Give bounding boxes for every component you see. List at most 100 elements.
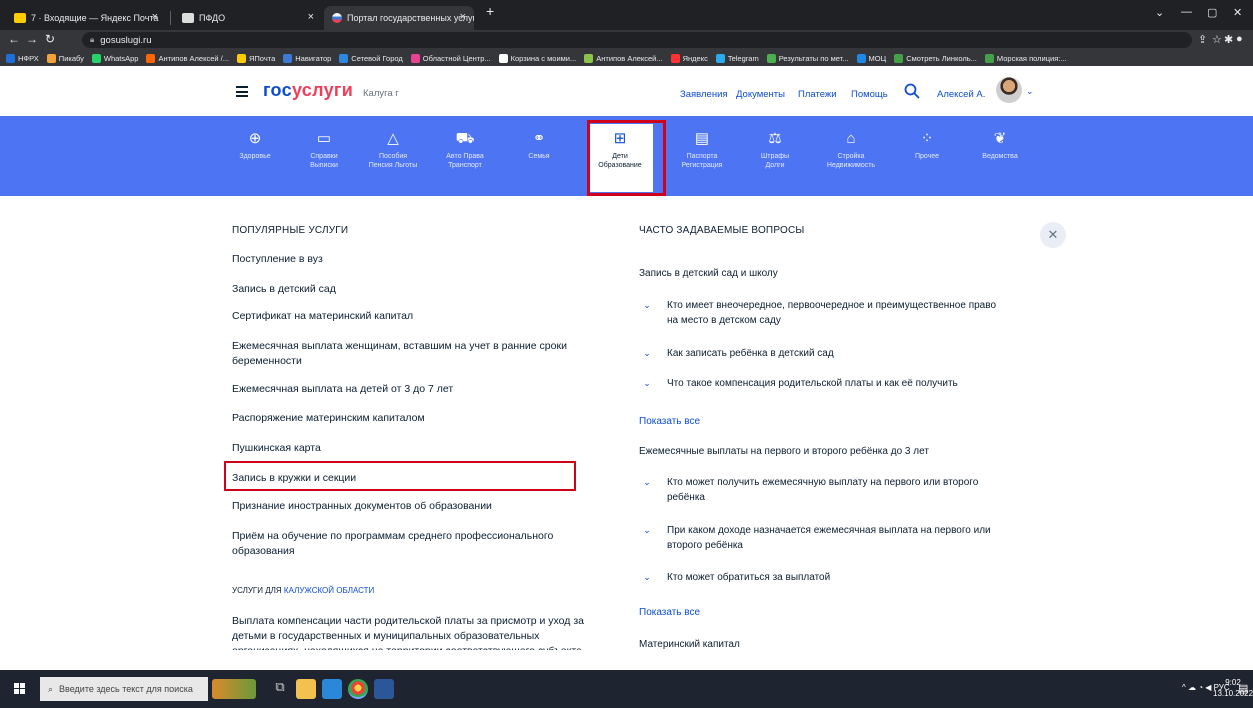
category-sublabel: Транспорт (448, 162, 482, 169)
share-icon[interactable]: ⇪ (1198, 33, 1207, 46)
category-item[interactable]: ▭ Справки Выписки (291, 128, 357, 170)
close-icon[interactable]: × (152, 11, 158, 23)
faq-question[interactable]: При каком доходе назначается ежемесячная… (667, 523, 1007, 553)
service-item[interactable]: Ежемесячная выплата на детей от 3 до 7 л… (232, 382, 592, 397)
nav-link-documents[interactable]: Документы (736, 89, 785, 100)
close-window-icon[interactable]: ✕ (1233, 6, 1242, 19)
category-item[interactable]: ⁘ Прочее (894, 128, 960, 161)
new-tab-button[interactable]: + (486, 3, 494, 19)
category-item[interactable]: △ Пособия Пенсия Льготы (360, 128, 426, 170)
service-item[interactable]: Приём на обучение по программам среднего… (232, 529, 592, 559)
faq-question[interactable]: Кто имеет внеочередное, первоочередное и… (667, 298, 1007, 328)
tab-search-icon[interactable]: ⌄ (1155, 6, 1164, 19)
nav-link-payments[interactable]: Платежи (798, 89, 837, 100)
chrome-icon[interactable] (348, 679, 368, 699)
mail-app-icon[interactable] (322, 679, 342, 699)
bookmark-item[interactable]: WhatsApp (91, 53, 138, 63)
faq-question[interactable]: Как записать ребёнка в детский сад (667, 346, 1007, 361)
task-view-icon[interactable]: ⧉ (270, 679, 290, 699)
bookmark-item[interactable]: НФРХ (6, 53, 39, 63)
chevron-down-icon[interactable]: ⌄ (641, 524, 653, 536)
close-icon[interactable]: × (308, 11, 314, 23)
bookmark-star-icon[interactable]: ☆ (1212, 33, 1222, 46)
close-icon[interactable]: ✕ (1040, 222, 1066, 248)
service-item[interactable]: Сертификат на материнский капитал (232, 309, 592, 324)
category-item[interactable]: ▤ Паспорта Регистрация (669, 128, 735, 170)
faq-question[interactable]: Кто может получить ежемесячную выплату н… (667, 475, 1007, 505)
maximize-icon[interactable]: ▢ (1207, 6, 1217, 19)
category-icon: ⁘ (920, 130, 934, 147)
chevron-down-icon[interactable]: ⌄ (641, 299, 653, 311)
search-icon: ⌕ (48, 683, 54, 694)
url-input[interactable]: 🔒︎ gosuslugi.ru (82, 32, 1192, 48)
faq-question[interactable]: Что такое компенсация родительской платы… (667, 376, 1007, 391)
bookmark-item[interactable]: Яндекс (670, 53, 708, 63)
extensions-icon[interactable]: ✱ (1224, 33, 1233, 46)
tab-pfdo[interactable]: ПФДО × (174, 6, 322, 30)
category-item[interactable]: ❦ Ведомства (967, 128, 1033, 161)
show-all-link[interactable]: Показать все (639, 607, 700, 618)
category-item[interactable]: ⚭ Семья (506, 128, 572, 161)
bookmark-item[interactable]: МОЦ (856, 53, 886, 63)
region-selector[interactable]: Калуга г (363, 88, 399, 99)
bookmark-item[interactable]: Навигатор (283, 53, 331, 63)
url-text: gosuslugi.ru (100, 34, 152, 46)
bookmark-item[interactable]: Областной Центр... (410, 53, 491, 63)
chevron-down-icon[interactable]: ⌄ (641, 347, 653, 359)
region-service-item[interactable]: Выплата компенсации части родительской п… (232, 614, 592, 650)
chevron-down-icon[interactable]: ⌄ (641, 571, 653, 583)
faq-question[interactable]: Кто может обратиться за выплатой (667, 570, 1007, 585)
windows-start-icon[interactable] (14, 683, 26, 695)
taskbar-search-input[interactable]: ⌕ Введите здесь текст для поиска (40, 677, 208, 701)
back-icon[interactable]: ← (8, 32, 20, 46)
region-link[interactable]: КАЛУЖСКОЙ ОБЛАСТИ (284, 586, 374, 595)
category-item[interactable]: ⌂ Стройка Недвижимость (818, 128, 884, 170)
category-icon: ⛟ (455, 130, 475, 147)
show-all-link[interactable]: Показать все (639, 416, 700, 427)
profile-icon[interactable]: ● (1236, 33, 1243, 45)
bookmark-item[interactable]: ЯПочта (237, 53, 275, 63)
word-icon[interactable] (374, 679, 394, 699)
minimize-icon[interactable]: — (1181, 6, 1192, 18)
service-item[interactable]: Ежемесячная выплата женщинам, вставшим н… (232, 339, 592, 369)
nav-link-applications[interactable]: Заявления (680, 89, 728, 100)
reload-icon[interactable]: ↻ (45, 32, 55, 46)
bookmark-item[interactable]: Антипов Алексей /... (146, 53, 229, 63)
service-item[interactable]: Пушкинская карта (232, 441, 592, 456)
service-item[interactable]: Запись в детский сад (232, 282, 592, 297)
faq-group-maternity-capital: Материнский капитал (639, 639, 740, 650)
bookmark-item[interactable]: Морская полиция:... (984, 53, 1067, 63)
menu-icon[interactable] (236, 86, 248, 100)
bookmark-favicon-icon (584, 53, 594, 63)
user-name[interactable]: Алексей А. (937, 89, 985, 100)
bookmark-item[interactable]: Антипов Алексей... (584, 53, 663, 63)
tab-gosuslugi[interactable]: Портал государственных услуг × (324, 6, 474, 30)
bookmark-item[interactable]: Смотреть Линколь... (894, 53, 977, 63)
bookmark-item[interactable]: Сетевой Город (339, 53, 403, 63)
nav-link-help[interactable]: Помощь (851, 89, 888, 100)
document-icon (182, 13, 194, 23)
search-icon[interactable] (904, 83, 920, 99)
file-explorer-icon[interactable] (296, 679, 316, 699)
service-item[interactable]: Распоряжение материнским капиталом (232, 411, 592, 426)
avatar[interactable] (996, 77, 1022, 103)
bookmark-item[interactable]: Корзина с моими... (498, 53, 576, 63)
chevron-down-icon[interactable]: ⌄ (641, 377, 653, 389)
chevron-down-icon[interactable]: ⌄ (641, 476, 653, 488)
bookmark-item[interactable]: Пикабу (46, 53, 84, 63)
category-item[interactable]: ⊕ Здоровье (222, 128, 288, 161)
category-item[interactable]: ⚖ Штрафы Долги (742, 128, 808, 170)
notifications-icon[interactable]: ▤ (1238, 682, 1248, 695)
bookmark-favicon-icon (339, 53, 349, 63)
chevron-down-icon[interactable]: ⌄ (1026, 86, 1034, 97)
bookmark-item[interactable]: Telegram (715, 53, 759, 63)
category-item[interactable]: ⛟ Авто Права Транспорт (432, 128, 498, 170)
service-item[interactable]: Поступление в вуз (232, 252, 592, 267)
forward-icon[interactable]: → (26, 32, 38, 46)
tab-yandex-mail[interactable]: 7 · Входящие — Яндекс Почта × (6, 6, 166, 30)
gosuslugi-logo[interactable]: госуслуги (263, 80, 353, 101)
close-icon[interactable]: × (460, 11, 466, 23)
bookmark-item[interactable]: Результаты по мет... (766, 53, 849, 63)
service-item[interactable]: Признание иностранных документов об обра… (232, 499, 592, 514)
bookmark-favicon-icon (6, 53, 15, 63)
